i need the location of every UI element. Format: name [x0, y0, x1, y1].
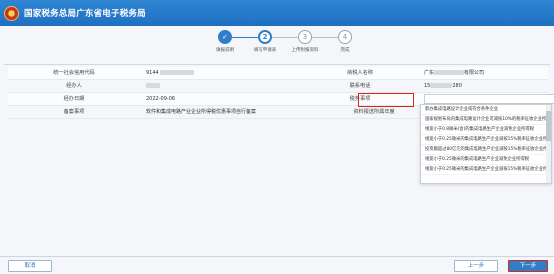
filing-item-label: 备案事项: [63, 109, 85, 115]
progress-steps: ✓ 填报说明 2 填写申请表 3 上传附报资料 4 完成: [200, 30, 360, 60]
option-item[interactable]: 国家规划布局内集成电路设计企业可减按10%的税率征收企业所得税: [421, 115, 551, 125]
tax-matter-select[interactable]: ▾: [424, 94, 554, 104]
handler-label: 经办人: [66, 83, 82, 89]
header-title: 国家税务总局广东省电子税务局: [24, 9, 146, 19]
steps-divider: [4, 64, 550, 65]
tax-matter-options[interactable]: 新办集成电路设计企业或符合条件企业 国家规划布局内集成电路设计企业可减按10%的…: [420, 104, 552, 184]
option-item[interactable]: 线宽小于0.25微米的集成电路生产企业减免企业所得税: [421, 155, 551, 165]
step-4: 4 完成: [320, 30, 370, 53]
scrollbar-thumb[interactable]: [546, 111, 551, 141]
taxpayer-name-label: 纳税人名称: [347, 70, 373, 76]
prev-step-button[interactable]: 上一步: [454, 260, 498, 272]
submission-year-label: 资料报送所属年度: [353, 109, 395, 115]
next-step-button[interactable]: 下一步: [508, 260, 548, 272]
step-4-number: 4: [338, 30, 352, 44]
app-header: 国家税务总局广东省电子税务局: [0, 0, 554, 26]
tax-matter-label: 税务事项: [300, 93, 420, 107]
tax-matter-highlight: [358, 93, 414, 107]
option-item[interactable]: 线宽小于0.25微米的集成电路生产企业减按15%税率征收企业所得税: [421, 135, 551, 145]
tax-emblem-icon: [4, 5, 19, 21]
form-row: 经办人 联系电话 15 280: [8, 80, 548, 93]
option-item[interactable]: 线宽小于0.25微米的集成电路生产企业减按15%税率征收企业所得税: [421, 165, 551, 175]
footer-divider: [0, 256, 554, 257]
step-2-number: 2: [258, 30, 272, 44]
taxpayer-name-value: 广东 有限公司: [424, 70, 485, 76]
step-1-check-icon: ✓: [218, 30, 232, 44]
handle-date-value: 2022-09-06: [146, 96, 176, 102]
phone-value: 15 280: [424, 83, 462, 89]
step-3-number: 3: [298, 30, 312, 44]
handler-value: [140, 80, 300, 92]
handle-date-label: 经办日期: [63, 96, 85, 102]
credit-code-label: 统一社会信用代码: [53, 70, 95, 76]
options-scrollbar[interactable]: [546, 105, 551, 183]
option-item[interactable]: 线宽小于0.8微米(含)的集成电路生产企业减免企业所得税: [421, 125, 551, 135]
filing-item-value: 软件和集成电路产业企业所得税优惠事项自行备案: [146, 109, 257, 115]
phone-label: 联系电话: [349, 83, 371, 89]
form-row: 统一社会信用代码 9144 纳税人名称 广东 有限公司: [8, 67, 548, 80]
credit-code-value: 9144: [140, 67, 300, 79]
option-item[interactable]: 投资额超过80亿元的集成电路生产企业减按15%税率征收企业所得税: [421, 145, 551, 155]
option-item[interactable]: 新办集成电路设计企业或符合条件企业: [421, 105, 551, 115]
step-4-label: 完成: [340, 48, 350, 53]
cancel-button[interactable]: 取消: [8, 260, 52, 272]
